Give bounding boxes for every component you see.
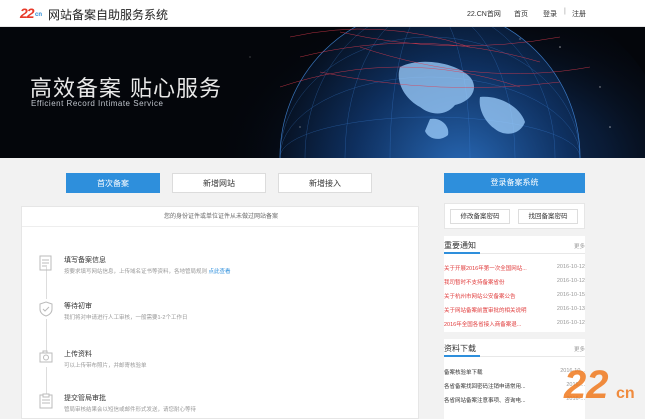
logo-suffix: cn [35,12,43,18]
22cn-watermark-logo: 22 cn [563,363,635,407]
notice-date: 2016-10-15 [556,292,585,298]
nav-register-link[interactable]: 注册 [572,9,586,19]
downloads-title: 资料下载 [444,344,476,353]
notices-more-link[interactable]: 更多 [574,242,585,250]
step-title: 上传资料 [64,351,92,358]
notice-date: 2016-10-12 [556,278,585,284]
notice-title: 关于网站备案前置审批的相关说明 [444,308,527,314]
step-description: 按要求填写网站信息，上传域名证书等资料，各地管局规则 点此查看 [64,269,231,275]
download-title: 各省备案找回密码注销申请常用... [444,384,526,390]
notice-item[interactable]: 关于杭州市网站公安备案公告 2016-10-15 [444,292,585,304]
eligibility-hint: 您的身份证件或单位证件从未做过网站备案 [22,207,420,227]
notice-title: 我司暂时不支持备案省份 [444,280,505,286]
notices-title: 重要通知 [444,241,476,250]
notice-item[interactable]: 关于开展2016年第一次全国网站... 2016-10-12 [444,264,585,276]
step-connector [46,267,47,299]
title-underline [444,355,480,357]
step-description: 管局审核结果会以短信或邮件形式发送，请您耐心等待 [64,407,197,413]
camera-icon [39,350,53,363]
banner-slogan-en: Efficient Record Intimate Service [31,99,164,108]
top-header: 22 cn 网站备案自助服务系统 22.CN首网 首页 登录 | 注册 [0,0,645,27]
notice-date: 2016-10-12 [556,320,585,326]
step-connector [46,319,47,351]
notice-item[interactable]: 关于网站备案前置审批的相关说明 2016-10-13 [444,306,585,318]
nav-home-link[interactable]: 首页 [514,9,528,19]
shield-icon [39,301,53,317]
download-title: 备案核验单下载 [444,370,483,376]
notices-panel: 重要通知 更多 关于开展2016年第一次全国网站... 2016-10-12 我… [444,236,585,332]
login-filing-system-button[interactable]: 登录备案系统 [444,173,585,193]
step-title: 提交管局审批 [64,395,106,402]
notice-title: 关于开展2016年第一次全国网站... [444,266,527,272]
tab-new-access[interactable]: 新增接入 [278,173,372,193]
notice-date: 2016-10-12 [556,264,585,270]
site-logo[interactable]: 22 cn [20,5,46,22]
notice-title: 2016年全国各省接入商备案退... [444,322,522,328]
downloads-more-link[interactable]: 更多 [574,345,585,353]
step-title: 填写备案信息 [64,257,106,264]
password-actions: 修改备案密码 找回备案密码 [444,203,585,229]
notice-item[interactable]: 我司暂时不支持备案省份 2016-10-12 [444,278,585,290]
notice-item[interactable]: 2016年全国各省接入商备案退... 2016-10-12 [444,320,585,332]
hero-banner: 高效备案 贴心服务 Efficient Record Intimate Serv… [0,27,645,158]
nav-login-link[interactable]: 登录 [543,9,557,19]
step-description: 我们将对申请进行人工审核，一般需要1-2个工作日 [64,315,188,321]
step-description: 可以上传带布照片，并邮寄核验单 [64,363,147,369]
svg-text:cn: cn [616,385,635,402]
nav-brand-link[interactable]: 22.CN首网 [467,9,501,19]
rules-link[interactable]: 点此查看 [209,269,231,275]
logo-mark: 22 [20,5,35,21]
clipboard-icon [39,393,53,409]
tab-new-website[interactable]: 新增网站 [172,173,266,193]
svg-text:22: 22 [563,363,609,407]
recover-password-button[interactable]: 找回备案密码 [518,209,578,224]
site-title: 网站备案自助服务系统 [48,8,169,22]
notice-title: 关于杭州市网站公安备案公告 [444,294,516,300]
filing-steps-panel: 您的身份证件或单位证件从未做过网站备案 填写备案信息 按要求填写网站信息，上传域… [21,206,420,419]
download-title: 各省网站备案注意事项、咨询电... [444,398,526,404]
notice-date: 2016-10-13 [556,306,585,312]
tab-first-filing[interactable]: 首次备案 [66,173,160,193]
modify-password-button[interactable]: 修改备案密码 [450,209,510,224]
document-icon [39,255,52,271]
title-underline [444,252,480,254]
step-title: 等待初审 [64,303,92,310]
nav-separator: | [564,8,566,15]
